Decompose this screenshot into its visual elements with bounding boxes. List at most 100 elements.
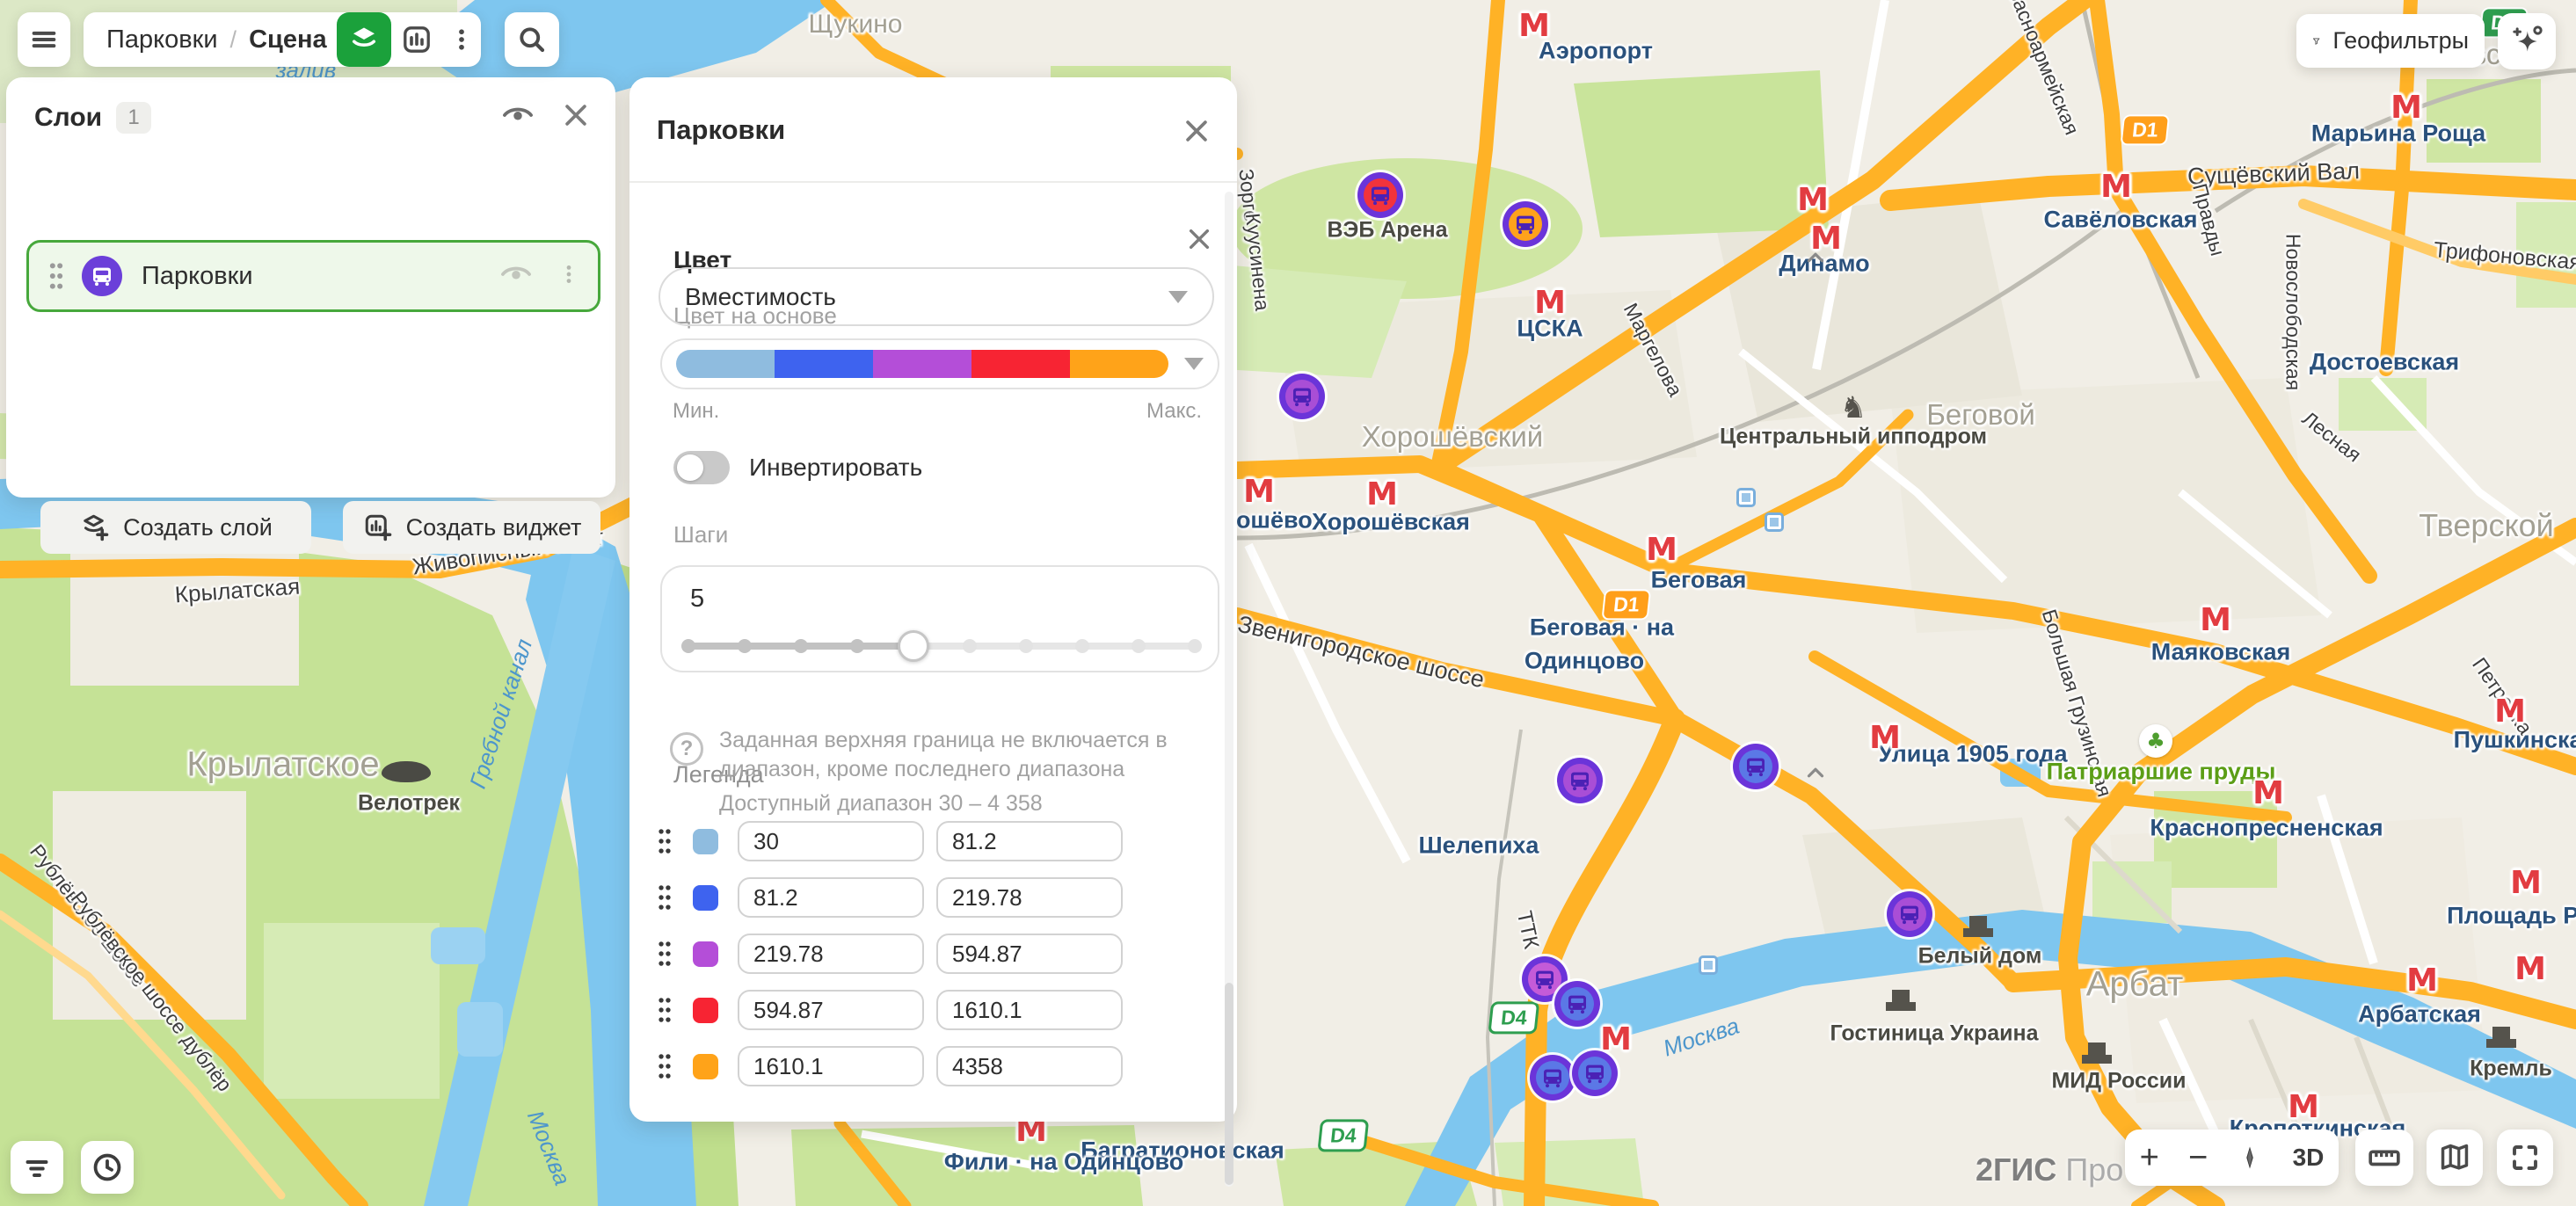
legend-to-input[interactable] [936, 877, 1123, 918]
parking-marker[interactable] [1357, 172, 1403, 218]
legend-from-input[interactable] [738, 821, 924, 861]
color-collapse-chevron[interactable] [1802, 244, 1829, 275]
legend-swatch[interactable] [693, 998, 718, 1023]
metro-station-icon[interactable]: М [2494, 696, 2526, 728]
slider-tick[interactable] [963, 639, 977, 653]
metro-station-icon[interactable]: М [2510, 868, 2542, 899]
legend-collapse-chevron[interactable] [1802, 759, 1829, 790]
parking-marker[interactable] [1503, 201, 1548, 247]
layers-toggle-button[interactable] [337, 12, 391, 67]
metro-station-icon[interactable]: М [1869, 723, 1901, 754]
legend-to-input[interactable] [936, 934, 1123, 974]
gradient-dropdown[interactable] [660, 338, 1219, 389]
drag-handle-icon[interactable] [656, 881, 673, 914]
scrollbar-thumb[interactable] [1225, 983, 1233, 1185]
slider-tick[interactable] [1188, 639, 1202, 653]
legend-swatch[interactable] [693, 1054, 718, 1079]
geofilters-button[interactable]: Геофильтры [2296, 14, 2485, 68]
metro-station-icon[interactable]: М [1646, 534, 1677, 566]
metro-station-icon[interactable]: М [1366, 479, 1398, 511]
metro-station-icon[interactable]: М [1534, 287, 1566, 319]
metro-station-icon[interactable]: М [2200, 605, 2231, 636]
metro-station-icon[interactable]: М [2514, 954, 2546, 985]
parking-marker[interactable] [1572, 1050, 1618, 1096]
menu-button[interactable] [18, 12, 70, 67]
map-filter-button[interactable] [11, 1141, 63, 1194]
stadium-icon [382, 761, 431, 782]
legend-from-input[interactable] [738, 990, 924, 1030]
metro-station-icon[interactable]: М [2100, 171, 2132, 203]
layers-visibility-icon[interactable] [501, 98, 535, 136]
help-icon[interactable]: ? [670, 732, 703, 766]
legend-from-input[interactable] [738, 1046, 924, 1086]
metro-station-icon[interactable]: М [1797, 185, 1829, 216]
map-label-poi: Центральный ипподром [1720, 425, 1987, 450]
slider-tick[interactable] [794, 639, 808, 653]
invert-toggle-row[interactable]: Инвертировать [673, 451, 922, 484]
zoom-out-button[interactable]: − [2188, 1141, 2208, 1174]
legend-swatch[interactable] [693, 829, 718, 854]
slider-tick[interactable] [681, 639, 695, 653]
drag-handle-icon[interactable] [656, 1050, 673, 1083]
breadcrumb-scene[interactable]: Сцена [249, 25, 327, 54]
gradient-bar [676, 350, 1168, 378]
create-widget-button[interactable]: Создать виджет [343, 501, 600, 554]
parking-marker[interactable] [1733, 744, 1779, 789]
compass-icon[interactable] [2237, 1143, 2263, 1173]
steps-slider-handle[interactable] [898, 630, 929, 662]
legend-to-input[interactable] [936, 990, 1123, 1030]
parking-marker[interactable] [1557, 758, 1603, 803]
metro-station-icon[interactable]: М [2288, 1092, 2319, 1123]
drag-handle-icon[interactable] [656, 993, 673, 1027]
metro-station-icon[interactable]: М [1518, 11, 1550, 42]
color-basis-clear-icon[interactable] [1185, 225, 1213, 258]
three-d-button[interactable]: 3D [2293, 1144, 2325, 1172]
slider-tick[interactable] [738, 639, 752, 653]
settings-close-icon[interactable] [1182, 116, 1212, 150]
map-label-district: Тверской [2419, 507, 2553, 544]
drag-handle-icon[interactable] [47, 258, 66, 294]
parking-marker[interactable] [1887, 891, 1932, 937]
create-layer-button[interactable]: Создать слой [40, 501, 311, 554]
drag-handle-icon[interactable] [656, 825, 673, 858]
metro-station-icon[interactable]: М [2252, 778, 2284, 810]
scrollbar-track[interactable] [1225, 192, 1233, 1187]
legend-to-input[interactable] [936, 1046, 1123, 1086]
metro-station-icon[interactable]: М [1243, 476, 1275, 508]
parking-marker[interactable] [1554, 981, 1600, 1027]
parking-marker[interactable] [1530, 1055, 1575, 1101]
widgets-button[interactable] [391, 12, 442, 67]
breadcrumb-project[interactable]: Парковки [106, 25, 218, 54]
zoom-in-button[interactable]: + [2140, 1141, 2159, 1174]
map-style-button[interactable] [2427, 1130, 2483, 1186]
color-basis-dropdown[interactable]: Вместимость [659, 267, 1214, 326]
legend-from-input[interactable] [738, 877, 924, 918]
ai-assistant-button[interactable] [2498, 13, 2556, 69]
slider-tick[interactable] [1019, 639, 1033, 653]
ruler-button[interactable] [2355, 1130, 2413, 1186]
invert-toggle[interactable] [673, 451, 730, 484]
drag-handle-icon[interactable] [656, 937, 673, 970]
layer-item-parkovki[interactable]: Парковки [26, 240, 600, 312]
metro-station-icon[interactable]: М [2406, 965, 2438, 997]
slider-tick[interactable] [1132, 639, 1146, 653]
layer-kebab-icon[interactable] [557, 258, 580, 295]
parking-marker[interactable] [1279, 374, 1325, 419]
layers-close-icon[interactable] [561, 100, 591, 134]
history-button[interactable] [81, 1141, 134, 1194]
more-options-button[interactable] [442, 12, 481, 67]
legend-from-input[interactable] [738, 934, 924, 974]
fullscreen-button[interactable] [2497, 1130, 2553, 1186]
slider-tick[interactable] [850, 639, 864, 653]
search-button[interactable] [505, 12, 559, 67]
legend-swatch[interactable] [693, 885, 718, 911]
map-label-water: Москва [521, 1107, 576, 1189]
layer-visibility-icon[interactable] [499, 258, 533, 295]
metro-station-icon[interactable]: М [2390, 92, 2422, 124]
legend-swatch[interactable] [693, 941, 718, 967]
steps-value[interactable]: 5 [690, 585, 704, 614]
slider-tick[interactable] [1075, 639, 1089, 653]
steps-slider[interactable] [688, 643, 1195, 650]
metro-station-icon[interactable]: М [1600, 1024, 1632, 1056]
legend-to-input[interactable] [936, 821, 1123, 861]
